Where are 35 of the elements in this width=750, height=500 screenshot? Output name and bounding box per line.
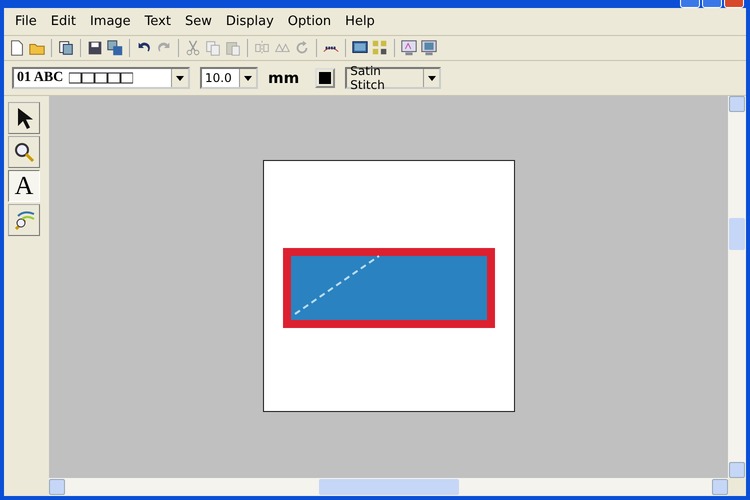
horizontal-scrollbar[interactable] [49,478,728,496]
save-as-icon[interactable] [106,39,124,57]
grid-icon[interactable] [371,39,389,57]
size-dropdown[interactable]: 10.0 [200,67,258,89]
wand-tool-button[interactable] [8,204,40,236]
select-tool-button[interactable] [8,102,40,134]
stitch-dropdown[interactable]: Satin Stitch [345,67,442,89]
font-dropdown[interactable]: 01 ABC [12,67,190,89]
cut-icon[interactable] [184,39,202,57]
menu-item[interactable]: Text [138,14,178,29]
caret-icon [244,76,252,80]
menu-item[interactable]: Sew [178,14,219,29]
save-icon[interactable] [86,39,104,57]
font-sample-icon [69,72,134,84]
text-tool-button[interactable]: A [8,170,40,202]
thread-color-button[interactable] [315,68,336,88]
menu-item[interactable]: Option [280,14,338,29]
realistic-preview-icon[interactable] [420,39,438,57]
unit-label: mm [268,69,300,87]
menu-item[interactable]: Help [338,14,382,29]
preview-icon[interactable] [400,39,418,57]
pages-icon[interactable] [57,39,75,57]
magnifier-icon [12,140,36,164]
minimize-button[interactable] [680,0,700,8]
menu-item[interactable]: Edit [44,14,83,29]
zoom-tool-button[interactable] [8,136,40,168]
new-file-icon[interactable] [8,39,26,57]
caret-icon [428,76,436,80]
close-button[interactable] [724,0,744,8]
menu-item[interactable]: Display [218,14,281,29]
caret-icon [176,76,184,80]
maximize-button[interactable] [702,0,722,8]
vertical-scrollbar[interactable] [728,96,746,478]
menu-item[interactable]: Image [82,14,138,29]
menu-item[interactable]: File [8,14,44,29]
